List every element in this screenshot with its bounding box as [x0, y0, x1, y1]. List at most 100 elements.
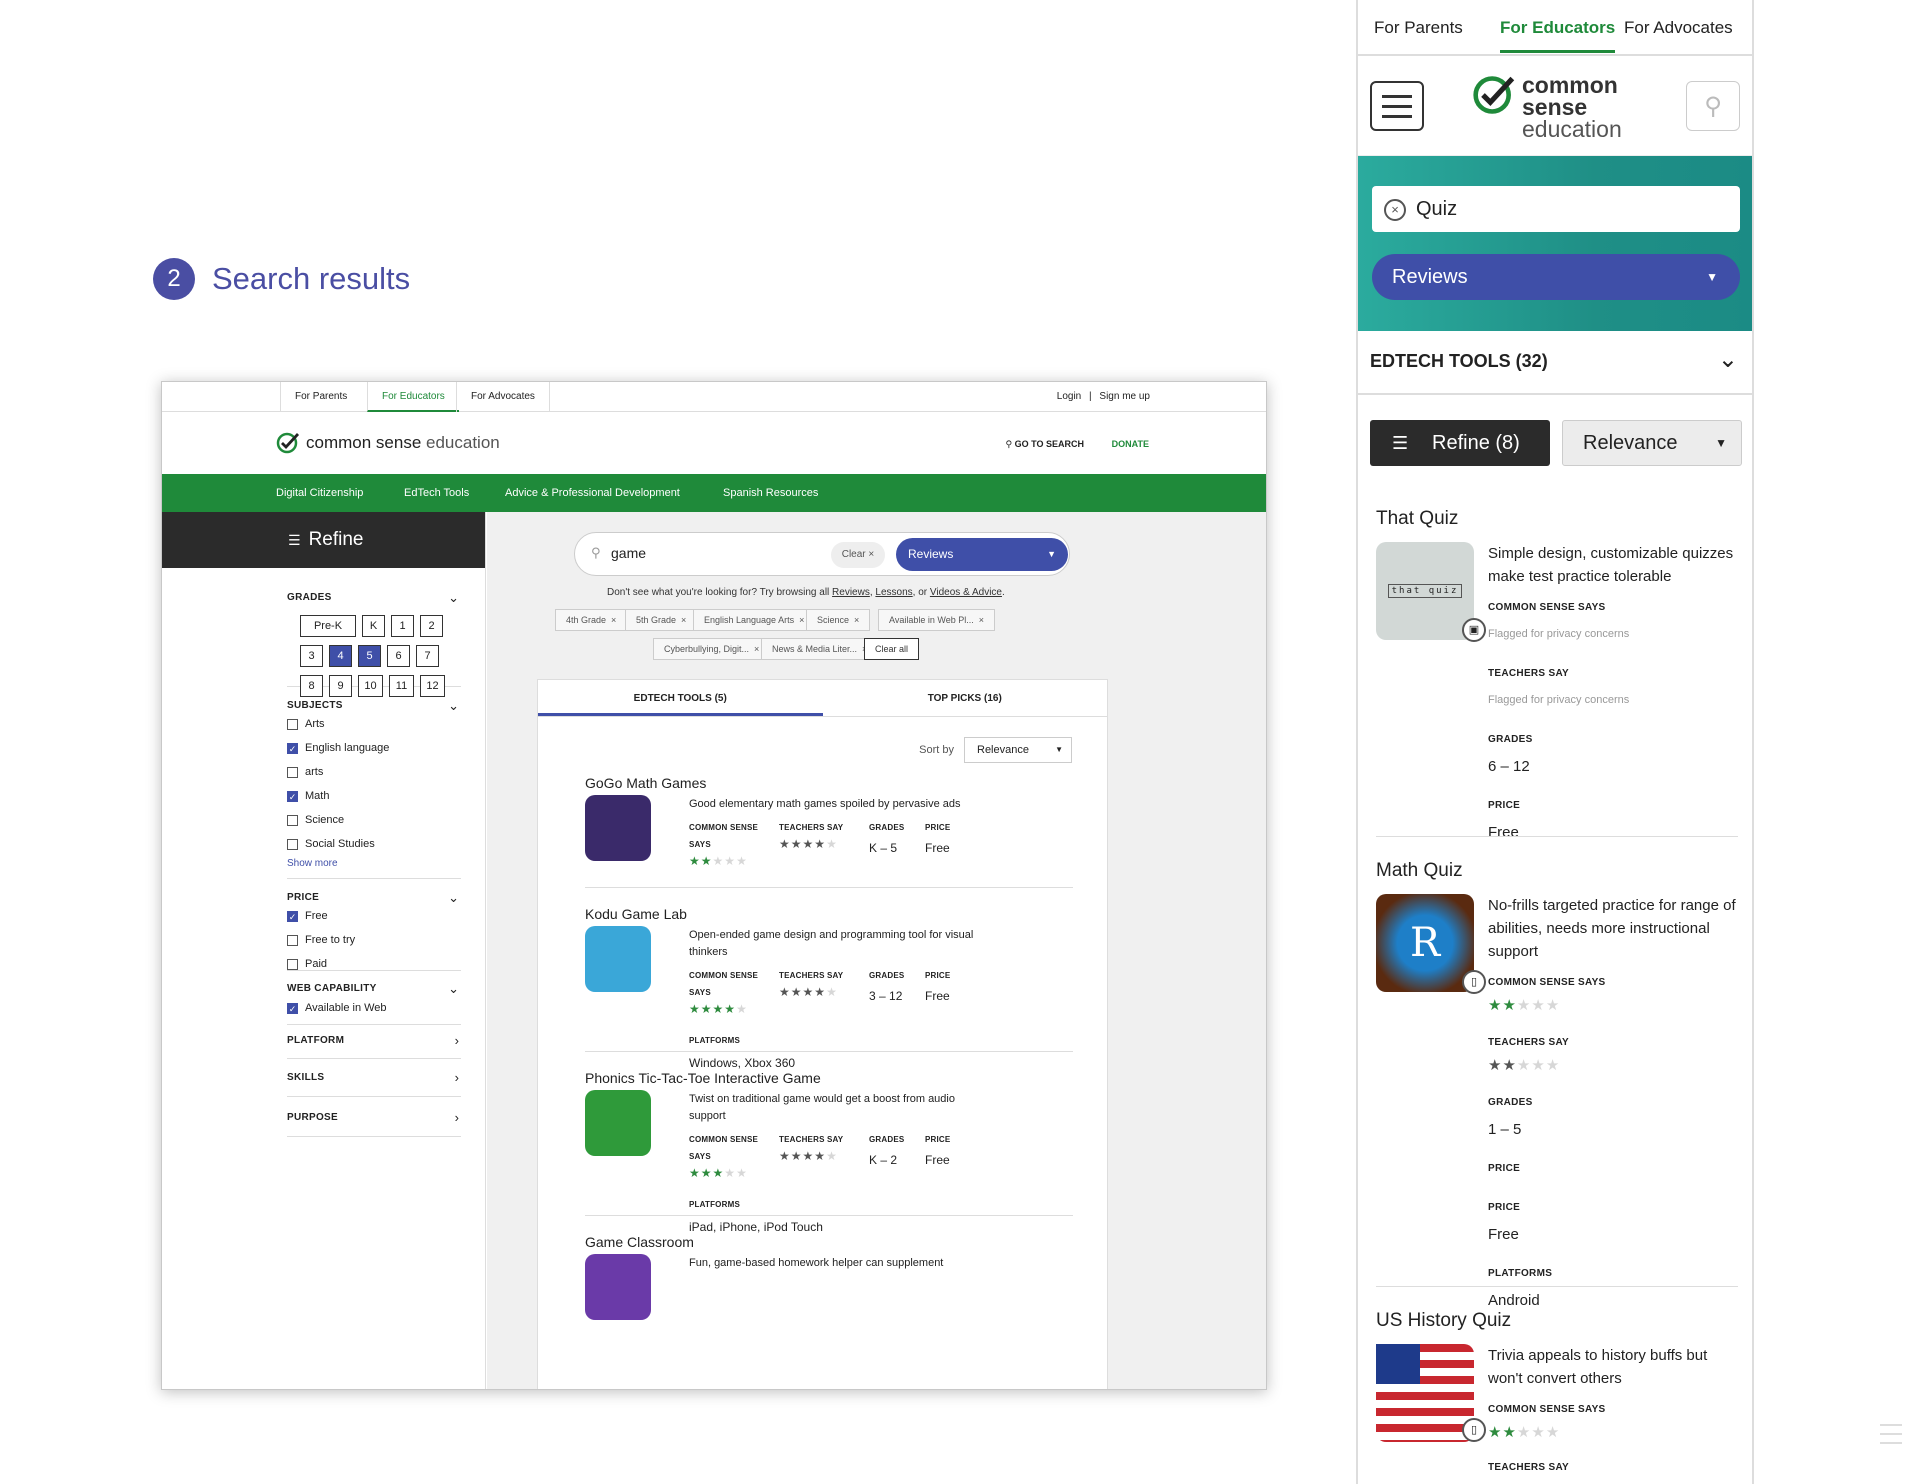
checkbox-icon[interactable] [287, 934, 298, 946]
show-more-link[interactable]: Show more [287, 858, 461, 869]
checkbox-checked-icon[interactable]: ✓ [287, 1002, 298, 1014]
signup-link[interactable]: Sign me up [1099, 391, 1150, 402]
reviews-link[interactable]: Reviews [832, 587, 870, 598]
checkbox-icon[interactable] [287, 718, 298, 730]
filter-checkbox-row[interactable]: arts [287, 760, 461, 784]
chevron-down-icon[interactable]: ⌄ [448, 981, 459, 997]
grade-box[interactable]: 1 [391, 615, 414, 637]
mobile-refine-button[interactable]: ☰ Refine (8) [1370, 420, 1550, 466]
checkbox-icon[interactable] [287, 958, 298, 970]
platform-filter[interactable]: PLATFORM › [287, 1033, 461, 1048]
filter-chip[interactable]: News & Media Liter...× [761, 638, 879, 660]
filter-checkbox-row[interactable]: Free to try [287, 928, 461, 952]
site-logo[interactable]: common sense education [276, 432, 500, 454]
filter-checkbox-row[interactable]: ✓ Math [287, 784, 461, 808]
search-icon[interactable]: ⚲ [1686, 81, 1740, 131]
grade-box[interactable]: K [362, 615, 385, 637]
filter-checkbox-row[interactable]: Social Studies [287, 832, 461, 856]
result-title[interactable]: GoGo Math Games [585, 775, 1073, 791]
purpose-filter[interactable]: PURPOSE › [287, 1110, 461, 1125]
sort-dropdown[interactable]: Relevance ▼ [964, 737, 1072, 763]
result-title[interactable]: Phonics Tic-Tac-Toe Interactive Game [585, 1070, 1073, 1086]
grade-box[interactable]: 4 [329, 645, 352, 667]
result-item[interactable]: Kodu Game Lab Open-ended game design and … [585, 906, 1073, 1070]
grade-box[interactable]: 9 [329, 675, 352, 697]
filter-checkbox-row[interactable]: ✓ English language [287, 736, 461, 760]
nav-spanish-resources[interactable]: Spanish Resources [723, 487, 818, 499]
scroll-handle[interactable] [1880, 1424, 1902, 1451]
videos-advice-link[interactable]: Videos & Advice [930, 587, 1002, 598]
mobile-relevance-dropdown[interactable]: Relevance ▼ [1562, 420, 1742, 466]
grade-box[interactable]: 8 [300, 675, 323, 697]
tab-for-educators[interactable]: For Educators [367, 382, 459, 412]
result-title[interactable]: Kodu Game Lab [585, 906, 1073, 922]
web-capability-filter[interactable]: WEB CAPABILITY ⌄ [287, 981, 461, 997]
clear-all-button[interactable]: Clear all [864, 638, 920, 660]
result-title[interactable]: Game Classroom [585, 1234, 1073, 1250]
go-to-search-link[interactable]: ⚲ GO TO SEARCH [1006, 439, 1084, 450]
price-filter[interactable]: PRICE ⌄ [287, 890, 461, 905]
nav-digital-citizenship[interactable]: Digital Citizenship [276, 487, 363, 499]
chevron-right-icon[interactable]: › [455, 1110, 459, 1125]
result-item[interactable]: Phonics Tic-Tac-Toe Interactive Game Twis… [585, 1070, 1073, 1234]
filter-chip[interactable]: Cyberbullying, Digit... × [653, 638, 771, 660]
tab-for-parents[interactable]: For Parents [280, 382, 361, 412]
grade-box[interactable]: 2 [420, 615, 443, 637]
filter-checkbox-row[interactable]: Paid [287, 952, 461, 976]
chevron-right-icon[interactable]: › [455, 1070, 459, 1085]
mobile-search-input[interactable]: × Quiz [1372, 186, 1740, 232]
mobile-result-math-quiz[interactable]: Math Quiz R ▯ No-frills targeted practic… [1376, 860, 1738, 1309]
filter-checkbox-row[interactable]: Science [287, 808, 461, 832]
mobile-tab-parents[interactable]: For Parents [1374, 18, 1463, 38]
filter-checkbox-row[interactable]: ✓ Free [287, 904, 461, 928]
tab-for-advocates[interactable]: For Advocates [456, 382, 550, 412]
skills-filter[interactable]: SKILLS › [287, 1070, 461, 1085]
mobile-result-that-quiz[interactable]: That Quiz that quiz ▣ Simple design, cus… [1376, 508, 1738, 841]
filter-chip[interactable]: 5th Grade × [625, 609, 698, 631]
close-icon[interactable]: × [799, 615, 804, 625]
donate-link[interactable]: DONATE [1112, 439, 1149, 449]
chevron-down-icon[interactable]: ⌄ [448, 590, 459, 606]
login-link[interactable]: Login [1057, 391, 1081, 402]
mobile-logo[interactable]: common sense education [1472, 74, 1622, 141]
chevron-right-icon[interactable]: › [455, 1033, 459, 1048]
nav-edtech-tools[interactable]: EdTech Tools [404, 487, 469, 499]
filter-checkbox-row[interactable]: ✓ Available in Web [287, 996, 461, 1020]
checkbox-checked-icon[interactable]: ✓ [287, 910, 298, 922]
lessons-link[interactable]: Lessons [875, 587, 912, 598]
mobile-content-type-select[interactable]: Reviews ▼ [1372, 254, 1740, 300]
nav-advice[interactable]: Advice & Professional Development [505, 487, 680, 499]
search-input[interactable]: game [611, 545, 646, 561]
close-icon[interactable]: × [854, 615, 859, 625]
grade-box[interactable]: 12 [420, 675, 445, 697]
result-item[interactable]: GoGo Math Games Good elementary math game… [585, 775, 1073, 868]
mobile-tab-educators[interactable]: For Educators [1500, 18, 1616, 53]
grade-box[interactable]: Pre-K [300, 615, 356, 637]
filter-chip[interactable]: 4th Grade × [555, 609, 628, 631]
checkbox-icon[interactable] [287, 814, 298, 826]
checkbox-icon[interactable] [287, 766, 298, 778]
result-item[interactable]: Game Classroom Fun, game-based homework h… [585, 1234, 1073, 1320]
filter-chip[interactable]: Science × [806, 609, 871, 631]
tab-edtech-tools[interactable]: EDTECH TOOLS (5) [538, 680, 823, 716]
grade-box[interactable]: 11 [389, 675, 414, 697]
grade-box[interactable]: 10 [358, 675, 383, 697]
grade-box[interactable]: 3 [300, 645, 323, 667]
content-type-select[interactable]: Reviews ▼ [896, 538, 1068, 571]
grade-box[interactable]: 5 [358, 645, 381, 667]
grade-box[interactable]: 6 [387, 645, 410, 667]
close-icon[interactable]: × [681, 615, 686, 625]
close-icon[interactable]: × [611, 615, 616, 625]
clear-circle-icon[interactable]: × [1384, 199, 1406, 221]
grade-box[interactable]: 7 [416, 645, 439, 667]
checkbox-checked-icon[interactable]: ✓ [287, 790, 298, 802]
checkbox-icon[interactable] [287, 838, 298, 850]
close-icon[interactable]: × [979, 615, 984, 625]
filter-chip[interactable]: English Language Arts × [693, 609, 816, 631]
subjects-filter[interactable]: SUBJECTS ⌄ [287, 698, 461, 713]
hamburger-menu-icon[interactable] [1370, 81, 1424, 131]
close-icon[interactable]: × [754, 644, 759, 654]
filter-chip[interactable]: Available in Web Pl... × [878, 609, 995, 631]
edtech-section-header[interactable]: EDTECH TOOLS (32) ⌄ [1358, 331, 1752, 395]
grades-filter[interactable]: GRADES ⌄ [287, 590, 461, 606]
